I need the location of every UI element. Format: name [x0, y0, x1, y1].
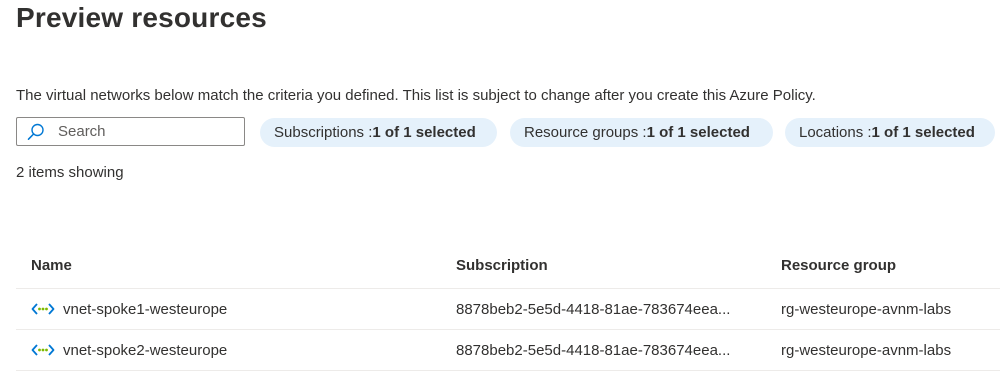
- items-count: 2 items showing: [16, 164, 124, 181]
- subscriptions-filter-pill[interactable]: Subscriptions : 1 of 1 selected: [260, 118, 497, 147]
- resource-groups-filter-value: 1 of 1 selected: [646, 124, 750, 141]
- page-title: Preview resources: [16, 2, 267, 33]
- virtual-network-icon: [31, 301, 55, 317]
- subscription-cell: 8878beb2-5e5d-4418-81ae-783674eea...: [456, 341, 731, 359]
- locations-filter-label: Locations :: [799, 124, 872, 141]
- search-input[interactable]: [58, 123, 218, 140]
- locations-filter-value: 1 of 1 selected: [871, 124, 975, 141]
- resource-groups-filter-label: Resource groups :: [524, 124, 647, 141]
- resource-name-link[interactable]: vnet-spoke1-westeurope: [63, 301, 227, 318]
- preview-resources-page: Preview resources The virtual networks b…: [0, 0, 1001, 381]
- table-row[interactable]: vnet-spoke2-westeurope 8878beb2-5e5d-441…: [16, 330, 1000, 371]
- resource-group-cell: rg-westeurope-avnm-labs: [781, 300, 952, 318]
- subscriptions-filter-value: 1 of 1 selected: [372, 124, 476, 141]
- name-cell: vnet-spoke2-westeurope: [31, 330, 227, 370]
- subscription-cell: 8878beb2-5e5d-4418-81ae-783674eea...: [456, 300, 731, 318]
- column-header-name[interactable]: Name: [31, 243, 72, 288]
- resource-group-cell: rg-westeurope-avnm-labs: [781, 341, 952, 359]
- resource-groups-filter-pill[interactable]: Resource groups : 1 of 1 selected: [510, 118, 773, 147]
- column-header-subscription[interactable]: Subscription: [456, 243, 548, 288]
- page-description: The virtual networks below match the cri…: [16, 87, 816, 104]
- table-row[interactable]: vnet-spoke1-westeurope 8878beb2-5e5d-441…: [16, 289, 1000, 330]
- column-header-resource-group[interactable]: Resource group: [781, 243, 896, 288]
- search-box[interactable]: [16, 117, 245, 146]
- table-header-row: Name Subscription Resource group: [16, 243, 1000, 289]
- locations-filter-pill[interactable]: Locations : 1 of 1 selected: [785, 118, 995, 147]
- subscriptions-filter-label: Subscriptions :: [274, 124, 373, 141]
- resources-table: Name Subscription Resource group vnet-sp…: [16, 243, 1000, 371]
- resource-name-link[interactable]: vnet-spoke2-westeurope: [63, 342, 227, 359]
- name-cell: vnet-spoke1-westeurope: [31, 289, 227, 329]
- virtual-network-icon: [31, 342, 55, 358]
- search-icon: [26, 122, 46, 142]
